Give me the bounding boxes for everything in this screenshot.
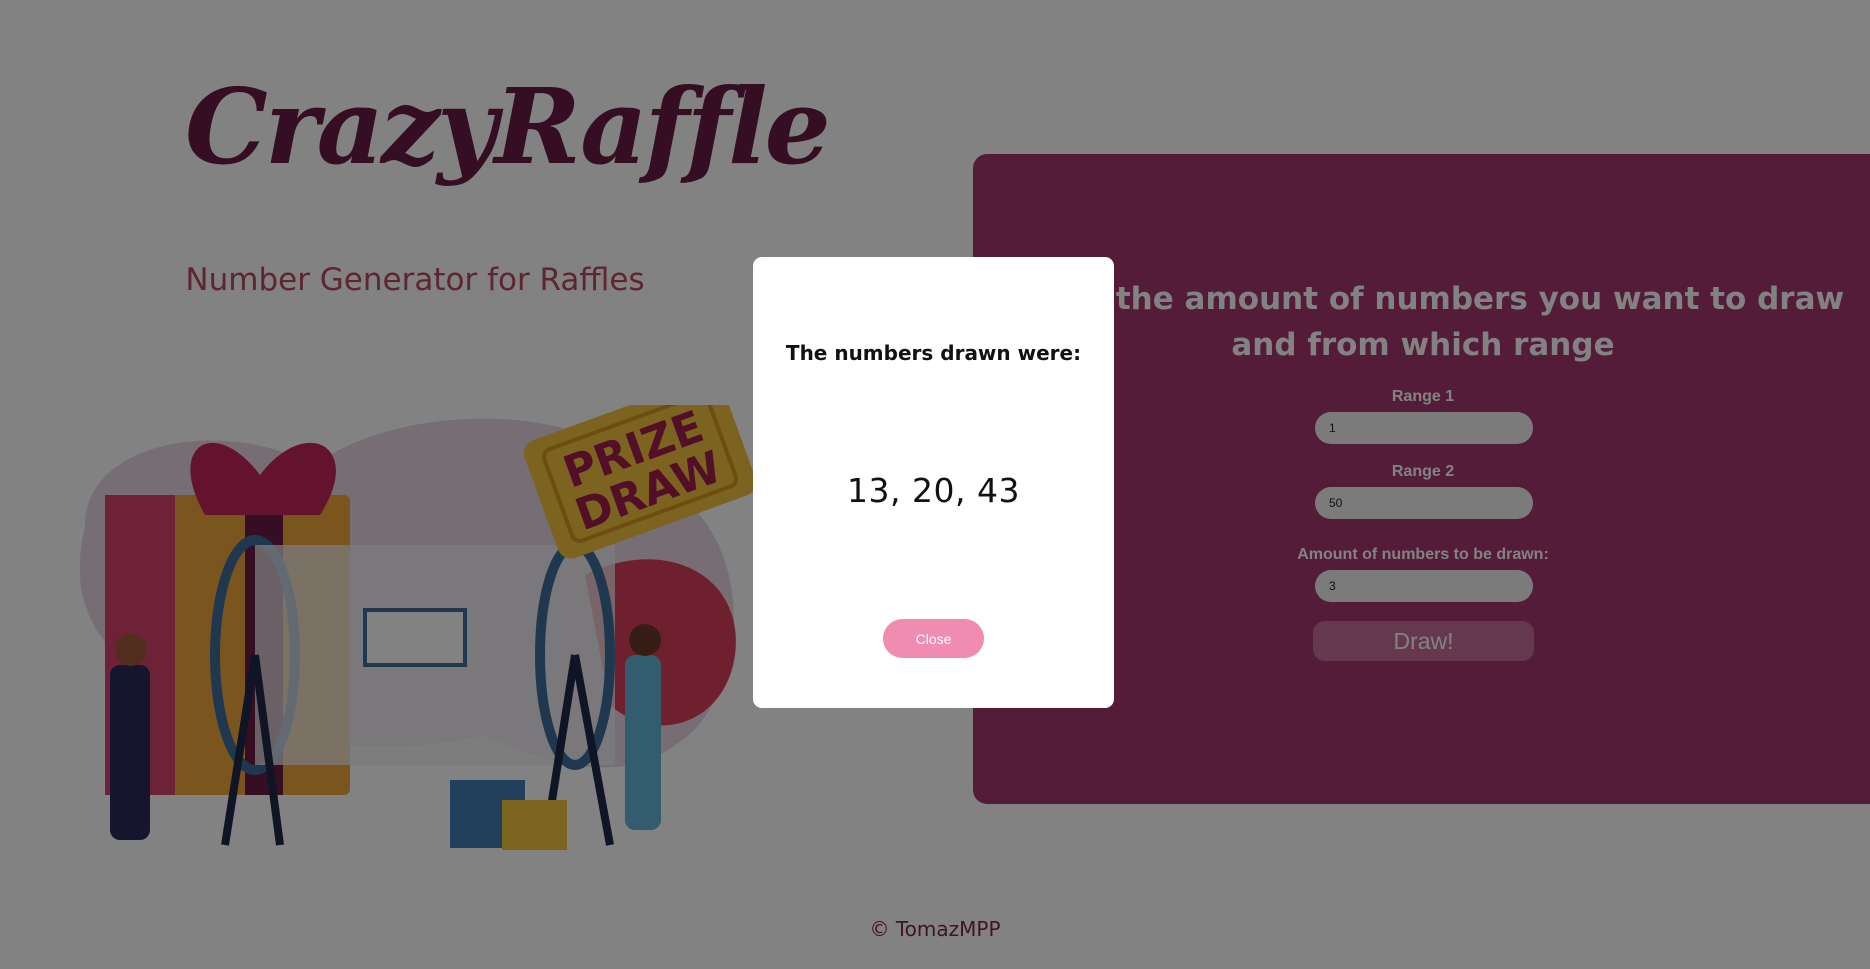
close-button[interactable]: Close bbox=[883, 619, 984, 658]
drawn-numbers: 13, 20, 43 bbox=[847, 471, 1020, 510]
result-modal: The numbers drawn were: 13, 20, 43 Close bbox=[753, 257, 1114, 708]
modal-title: The numbers drawn were: bbox=[785, 341, 1082, 365]
